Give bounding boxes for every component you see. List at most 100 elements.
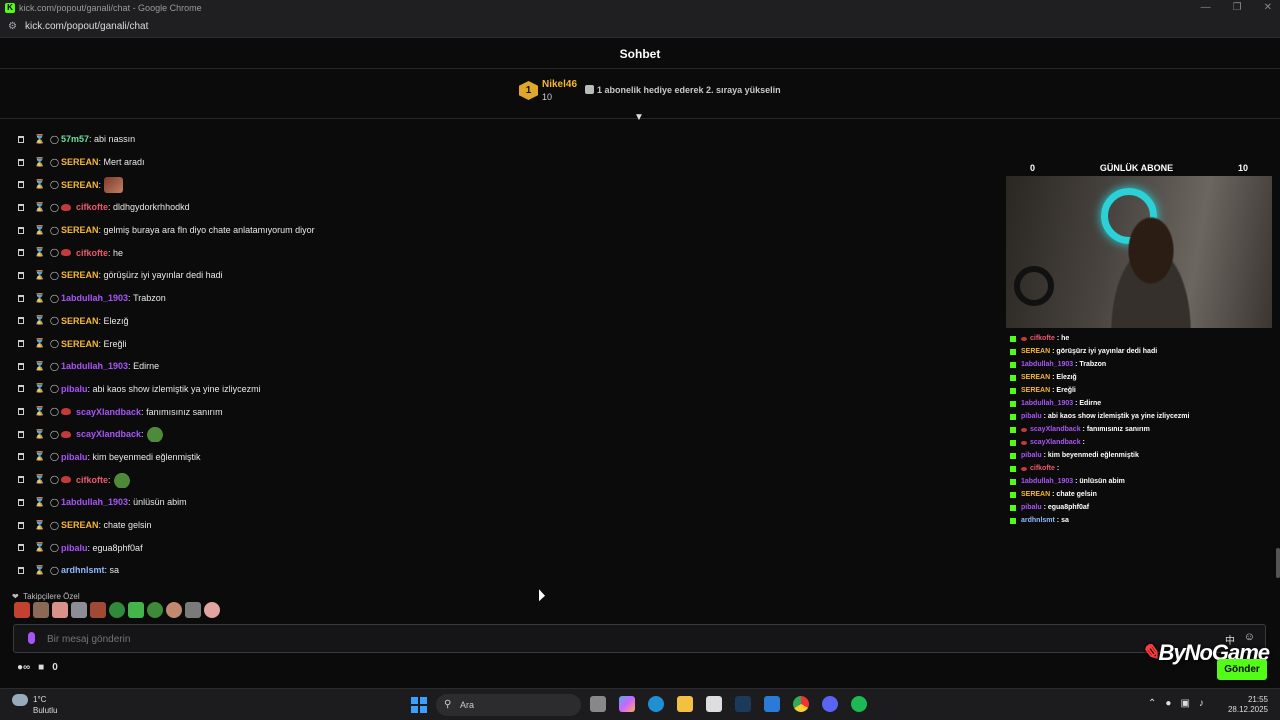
start-icon[interactable]: [411, 697, 427, 713]
emote-button[interactable]: [14, 602, 30, 618]
close-icon[interactable]: ✕: [1264, 2, 1272, 13]
ban-icon[interactable]: ◯: [50, 316, 59, 325]
timeout-icon[interactable]: ⌛: [34, 474, 45, 485]
ban-icon[interactable]: ◯: [50, 384, 59, 393]
timeout-icon[interactable]: ⌛: [34, 134, 45, 145]
message-username[interactable]: SEREAN: [61, 157, 99, 167]
emote-button[interactable]: [166, 602, 182, 618]
spotify-icon[interactable]: [851, 696, 867, 712]
message-username[interactable]: 1abdullah_1903: [61, 293, 128, 303]
task-view-icon[interactable]: [590, 696, 606, 712]
emote-button[interactable]: [147, 602, 163, 618]
timeout-icon[interactable]: ⌛: [34, 315, 45, 326]
timeout-icon[interactable]: ⌛: [34, 270, 45, 281]
taskbar-search[interactable]: ⚲ Ara: [436, 694, 581, 716]
delete-icon[interactable]: [18, 294, 24, 302]
message-username[interactable]: 1abdullah_1903: [61, 497, 128, 507]
copilot-icon[interactable]: [619, 696, 635, 712]
ban-icon[interactable]: ◯: [50, 566, 59, 575]
timeout-icon[interactable]: ⌛: [34, 542, 45, 553]
file-explorer-icon[interactable]: [677, 696, 693, 712]
message-input[interactable]: [47, 631, 1147, 647]
message-username[interactable]: SEREAN: [61, 270, 99, 280]
ban-icon[interactable]: ◯: [50, 158, 59, 167]
delete-icon[interactable]: [18, 203, 24, 211]
timeout-icon[interactable]: ⌛: [34, 293, 45, 304]
discord-icon[interactable]: [822, 696, 838, 712]
message-username[interactable]: pibalu: [61, 384, 88, 394]
delete-icon[interactable]: [18, 430, 24, 438]
delete-icon[interactable]: [18, 476, 24, 484]
message-username[interactable]: scayXlandback: [76, 429, 141, 439]
timeout-icon[interactable]: ⌛: [34, 202, 45, 213]
message-username[interactable]: SEREAN: [61, 316, 99, 326]
delete-icon[interactable]: [18, 249, 24, 257]
send-button[interactable]: Gönder: [1217, 659, 1267, 680]
delete-icon[interactable]: [18, 340, 24, 348]
points-icon[interactable]: ●∞: [17, 662, 30, 673]
delete-icon[interactable]: [18, 362, 24, 370]
ban-icon[interactable]: ◯: [50, 339, 59, 348]
delete-icon[interactable]: [18, 408, 24, 416]
message-username[interactable]: cifkofte: [76, 248, 108, 258]
message-username[interactable]: 57m57: [61, 134, 89, 144]
restore-icon[interactable]: ❐: [1233, 2, 1242, 13]
delete-icon[interactable]: [18, 453, 24, 461]
message-username[interactable]: cifkofte: [76, 475, 108, 485]
ban-icon[interactable]: ◯: [50, 135, 59, 144]
store-app-icon[interactable]: [706, 696, 722, 712]
delete-icon[interactable]: [18, 544, 24, 552]
ban-icon[interactable]: ◯: [50, 294, 59, 303]
emote-button[interactable]: [33, 602, 49, 618]
message-username[interactable]: 1abdullah_1903: [61, 361, 128, 371]
delete-icon[interactable]: [18, 385, 24, 393]
clock[interactable]: 21:55 28.12.2025: [1228, 695, 1268, 715]
ban-icon[interactable]: ◯: [50, 452, 59, 461]
url-text[interactable]: kick.com/popout/ganali/chat: [25, 21, 148, 32]
ban-icon[interactable]: ◯: [50, 475, 59, 484]
emote-button[interactable]: [204, 602, 220, 618]
ban-icon[interactable]: ◯: [50, 271, 59, 280]
mail-icon[interactable]: [764, 696, 780, 712]
delete-icon[interactable]: [18, 181, 24, 189]
timeout-icon[interactable]: ⌛: [34, 520, 45, 531]
delete-icon[interactable]: [18, 135, 24, 143]
ban-icon[interactable]: ◯: [50, 362, 59, 371]
delete-icon[interactable]: [18, 566, 24, 574]
store-icon[interactable]: ■: [38, 662, 44, 673]
message-username[interactable]: scayXlandback: [76, 407, 141, 417]
network-icon[interactable]: ▣: [1180, 698, 1189, 709]
emote-button[interactable]: [185, 602, 201, 618]
address-bar[interactable]: ⚙ kick.com/popout/ganali/chat: [0, 16, 1280, 38]
ban-icon[interactable]: ◯: [50, 521, 59, 530]
emote-button[interactable]: [128, 602, 144, 618]
collapse-icon[interactable]: ▼: [634, 112, 644, 123]
timeout-icon[interactable]: ⌛: [34, 361, 45, 372]
steam-icon[interactable]: [735, 696, 751, 712]
timeout-icon[interactable]: ⌛: [34, 338, 45, 349]
emote-button[interactable]: [52, 602, 68, 618]
ban-icon[interactable]: ◯: [50, 226, 59, 235]
message-username[interactable]: pibalu: [61, 543, 88, 553]
ban-icon[interactable]: ◯: [50, 180, 59, 189]
message-username[interactable]: SEREAN: [61, 339, 99, 349]
timeout-icon[interactable]: ⌛: [34, 429, 45, 440]
timeout-icon[interactable]: ⌛: [34, 497, 45, 508]
ban-icon[interactable]: ◯: [50, 248, 59, 257]
timeout-icon[interactable]: ⌛: [34, 247, 45, 258]
timeout-icon[interactable]: ⌛: [34, 565, 45, 576]
delete-icon[interactable]: [18, 226, 24, 234]
ban-icon[interactable]: ◯: [50, 543, 59, 552]
ban-icon[interactable]: ◯: [50, 203, 59, 212]
mic-icon[interactable]: [28, 632, 35, 644]
delete-icon[interactable]: [18, 158, 24, 166]
delete-icon[interactable]: [18, 498, 24, 506]
weather-widget[interactable]: 1°C Bulutlu: [12, 694, 57, 716]
site-settings-icon[interactable]: ⚙: [8, 21, 17, 32]
timeout-icon[interactable]: ⌛: [34, 225, 45, 236]
timeout-icon[interactable]: ⌛: [34, 383, 45, 394]
message-username[interactable]: cifkofte: [76, 202, 108, 212]
minimize-icon[interactable]: —: [1201, 2, 1211, 13]
timeout-icon[interactable]: ⌛: [34, 179, 45, 190]
top-gifter-name[interactable]: Nikel46: [542, 79, 577, 90]
